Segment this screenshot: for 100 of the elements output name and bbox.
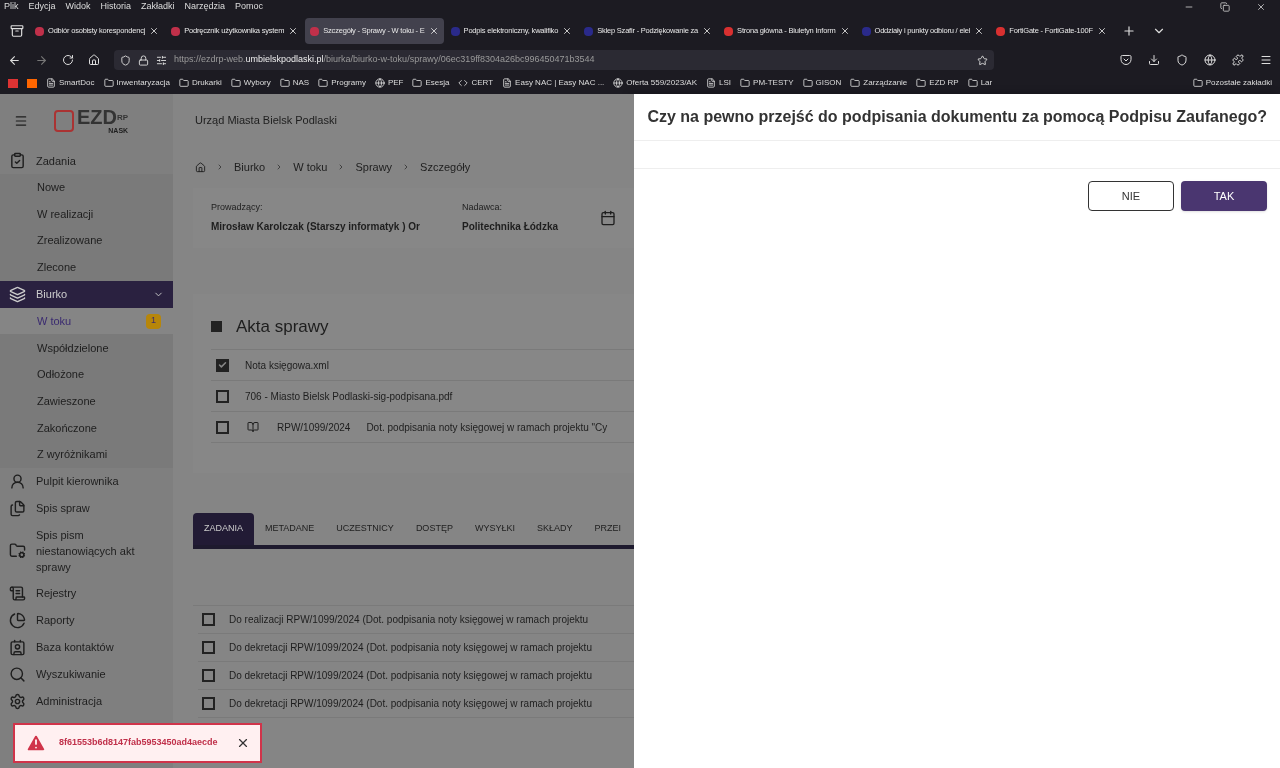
collapse-icon[interactable]: [211, 320, 222, 332]
pocket-icon[interactable]: [1120, 54, 1132, 66]
back-icon[interactable]: [8, 53, 21, 67]
new-tab-icon[interactable]: [1121, 24, 1136, 38]
close-icon[interactable]: [974, 26, 985, 36]
sidebar-subitem[interactable]: Nowe: [0, 174, 173, 201]
globe-icon[interactable]: [1204, 54, 1216, 66]
sidebar-item[interactable]: Zadania: [0, 147, 173, 174]
tab[interactable]: SKŁADY: [525, 513, 584, 545]
file-name[interactable]: Dot. podpisania noty księgowej w ramach projektu "Cy: [366, 419, 608, 435]
tab[interactable]: METADANE: [254, 513, 326, 545]
task-text[interactable]: Do dekretacji RPW/1099/2024 (Dot. podpisania noty księgowej w ramach projektu: [229, 668, 592, 683]
checkbox[interactable]: [216, 389, 229, 403]
bookmark[interactable]: NAS: [279, 77, 310, 89]
sidebar-subitem[interactable]: Zawieszone: [0, 387, 173, 415]
tab[interactable]: PRZEI: [583, 513, 632, 545]
cancel-button[interactable]: NIE: [1088, 181, 1174, 211]
menu-item[interactable]: Historia: [100, 0, 132, 14]
sidebar-subitem[interactable]: Odłożone: [0, 361, 173, 388]
file-name[interactable]: Nota księgowa.xml: [245, 357, 329, 373]
sidebar-item[interactable]: Rejestry: [0, 579, 173, 607]
sidebar-subitem[interactable]: Zakończone: [0, 414, 173, 442]
sidebar-subitem[interactable]: Zrealizowane: [0, 227, 173, 255]
menu-item[interactable]: Narzędzia: [184, 0, 226, 14]
task-text[interactable]: Do dekretacji RPW/1099/2024 (Dot. podpisania noty księgowej w ramach projektu: [229, 696, 592, 711]
checkbox[interactable]: [202, 697, 215, 710]
breadcrumb-link[interactable]: Biurko: [234, 159, 266, 176]
bookmark[interactable]: PM-TESTY: [740, 77, 794, 89]
confirm-button[interactable]: TAK: [1181, 181, 1267, 211]
menu-item[interactable]: Zakładki: [141, 0, 175, 14]
close-icon[interactable]: [149, 26, 160, 36]
checkbox[interactable]: [216, 358, 229, 372]
sidebar-item[interactable]: Wyszukiwanie: [0, 660, 173, 688]
flag-icon[interactable]: [8, 78, 18, 88]
close-icon[interactable]: [562, 26, 573, 36]
bookmark[interactable]: Inwentaryzacja: [103, 77, 170, 89]
menu-item[interactable]: Pomoc: [235, 0, 264, 14]
sidebar-subitem[interactable]: W realizacji: [0, 200, 173, 228]
bookmark[interactable]: EZD RP: [916, 77, 959, 89]
calendar-icon[interactable]: [600, 209, 617, 226]
bookmark[interactable]: Easy NAC | Easy NAC ...: [502, 77, 605, 89]
task-text[interactable]: Do realizacji RPW/1099/2024 (Dot. podpisania noty księgowej w ramach projektu: [229, 612, 589, 627]
breadcrumb-link[interactable]: W toku: [293, 159, 328, 176]
close-icon[interactable]: [236, 736, 250, 750]
bookmark[interactable]: Zarządzanie: [850, 77, 908, 89]
puzzle-icon[interactable]: [1232, 54, 1244, 66]
menu-item[interactable]: Edycja: [28, 0, 56, 14]
bookmark[interactable]: PEF: [374, 77, 404, 89]
sidebar-item[interactable]: Pulpit kierownika: [0, 467, 173, 495]
task-text[interactable]: Do dekretacji RPW/1099/2024 (Dot. podpisania noty księgowej w ramach projektu: [229, 640, 592, 655]
tab[interactable]: WYSYŁKI: [463, 513, 526, 545]
sidebar-item[interactable]: Baza kontaktów: [0, 633, 173, 661]
menu-item[interactable]: Plik: [4, 0, 19, 14]
download-icon[interactable]: [1148, 54, 1160, 66]
sidebar-item[interactable]: Raporty: [0, 606, 173, 634]
forward-icon[interactable]: [35, 53, 48, 67]
sidebar-subitem[interactable]: Współdzielone: [0, 334, 173, 362]
bookmark[interactable]: Lar: [967, 77, 993, 89]
sidebar-subitem[interactable]: Z wyróżnikami: [0, 441, 173, 468]
tab[interactable]: DOSTĘP: [404, 513, 464, 545]
checkbox[interactable]: [202, 669, 215, 682]
bookmark[interactable]: LSI: [706, 77, 732, 89]
menu-item[interactable]: Widok: [65, 0, 91, 14]
tab-overview-icon[interactable]: [10, 24, 24, 38]
shield-icon[interactable]: [1176, 54, 1188, 66]
reload-icon[interactable]: [62, 54, 74, 66]
checkbox[interactable]: [202, 613, 215, 626]
sidebar-item[interactable]: Biurko: [0, 280, 173, 308]
sidebar-item[interactable]: Spis spraw: [0, 494, 173, 522]
breadcrumb-link[interactable]: Szczegóły: [420, 159, 471, 176]
close-icon[interactable]: [428, 26, 439, 36]
checkbox[interactable]: [202, 641, 215, 654]
close-icon[interactable]: [1256, 2, 1266, 12]
close-icon[interactable]: [288, 26, 299, 36]
breadcrumb-link[interactable]: Sprawy: [355, 159, 393, 176]
bookmark[interactable]: Programy: [318, 77, 366, 89]
sidebar-subitem[interactable]: W toku 1: [0, 307, 173, 335]
bookmark[interactable]: Oferta 559/2023/AK: [613, 77, 698, 89]
file-name[interactable]: 706 - Miasto Bielsk Podlaski-sig-podpisana.pdf: [245, 388, 453, 404]
sidebar-item[interactable]: Administracja: [0, 687, 173, 715]
checkbox[interactable]: [216, 420, 229, 434]
sidebar-subitem[interactable]: Zlecone: [0, 254, 173, 281]
bookmark[interactable]: Esesja: [412, 77, 450, 89]
bookmark[interactable]: GISON: [802, 77, 842, 89]
bookmark-folder[interactable]: Pozostałe zakładki: [1192, 77, 1272, 89]
bookmark[interactable]: SmartDoc: [46, 77, 95, 89]
address-bar[interactable]: https://ezdrp-web.umbielskpodlaski.pl/biurka/biurko-w-toku/sprawy/06ec319ff8304a26bc996450471b3544: [114, 50, 994, 70]
close-icon[interactable]: [839, 26, 850, 36]
sidebar-item[interactable]: Spis pism niestanowiących akt sprawy: [0, 521, 173, 580]
close-icon[interactable]: [702, 26, 713, 36]
tab[interactable]: ZADANIA: [193, 513, 254, 545]
tab[interactable]: UCZESTNICY: [325, 513, 405, 545]
bookmark[interactable]: Wybory: [230, 77, 271, 89]
restore-icon[interactable]: [1220, 2, 1230, 12]
bookmark-favicon-icon[interactable]: [27, 78, 37, 88]
bookmark[interactable]: CERT: [458, 77, 494, 89]
case-number[interactable]: RPW/1099/2024: [277, 419, 351, 435]
menu-icon[interactable]: [1260, 54, 1272, 66]
close-icon[interactable]: [1096, 26, 1107, 36]
star-icon[interactable]: [977, 54, 988, 66]
